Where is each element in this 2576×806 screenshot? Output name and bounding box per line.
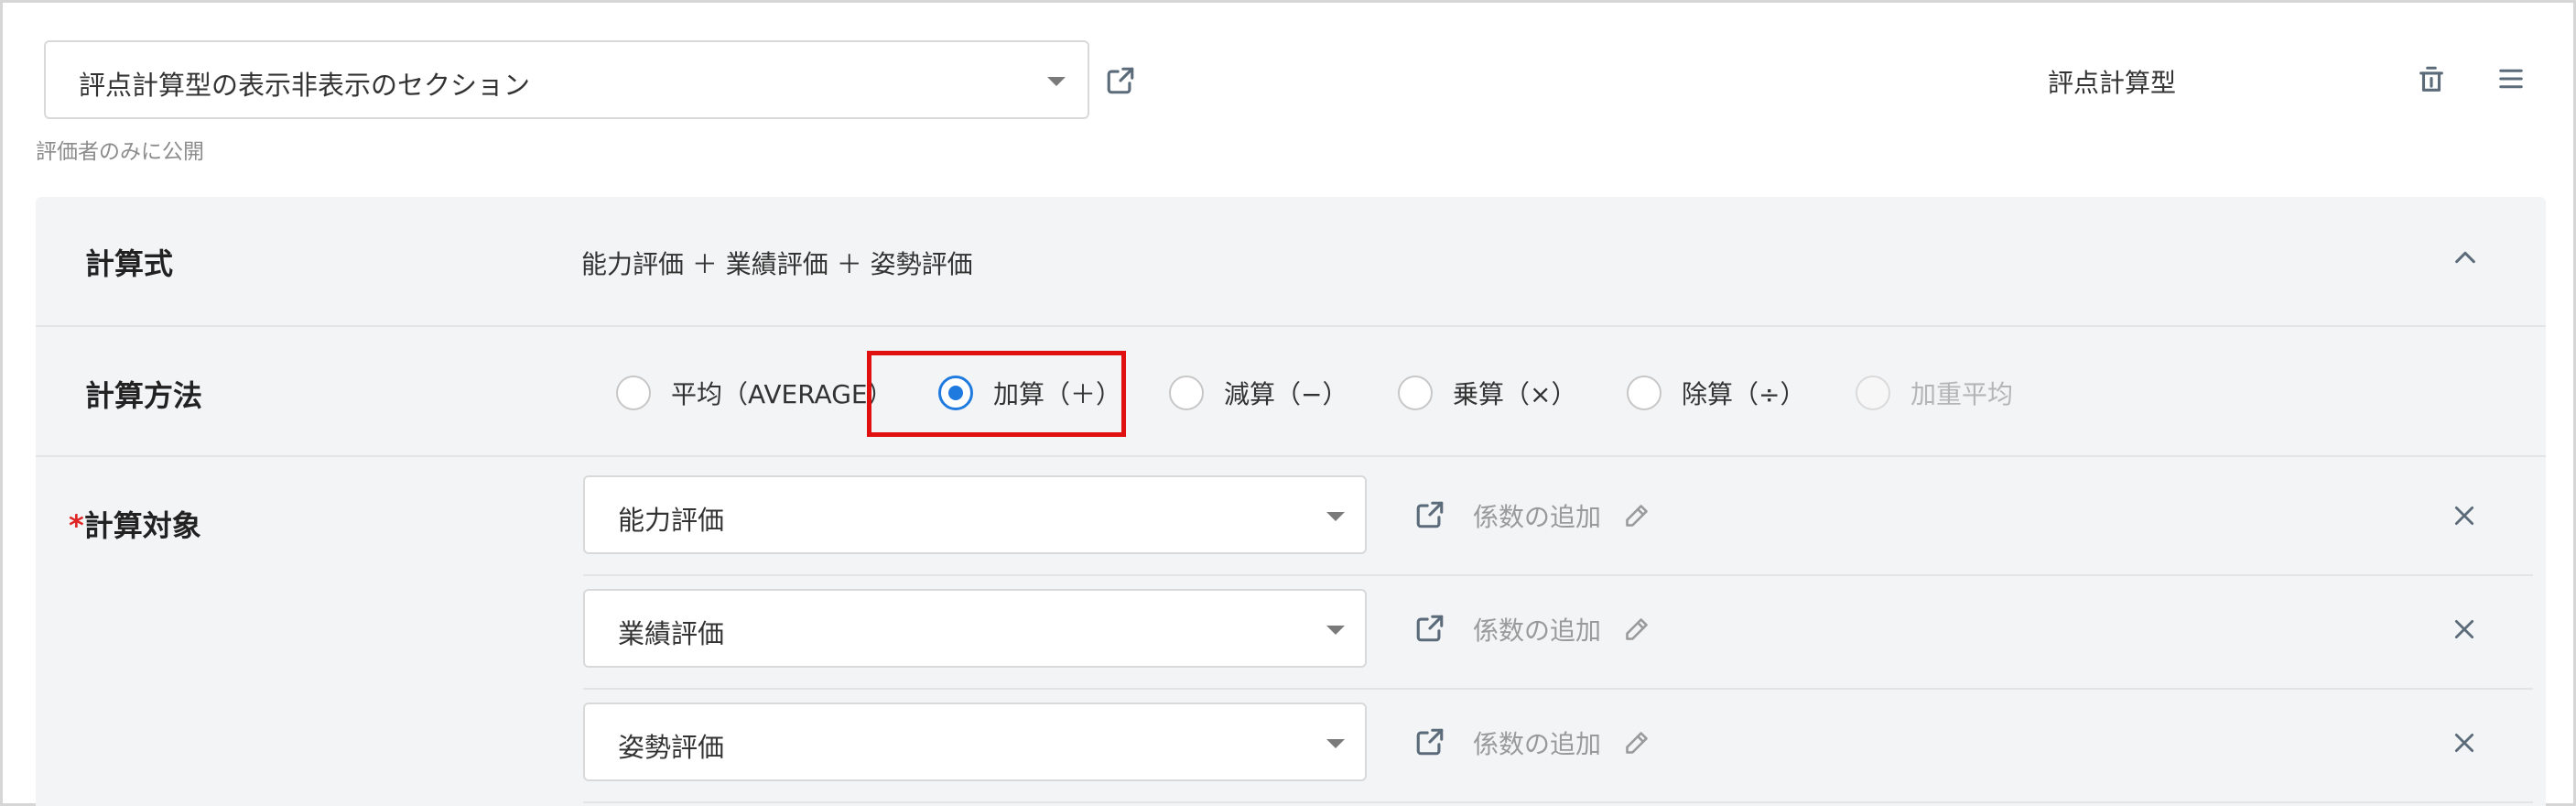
close-icon[interactable] <box>2452 617 2476 641</box>
external-link-icon[interactable] <box>1414 499 1445 530</box>
radio-label: 除算（÷） <box>1682 379 1806 409</box>
target-label: *計算対象 <box>69 503 201 545</box>
radio-multiplication[interactable]: 乗算（×） <box>1398 371 1576 415</box>
section-select[interactable]: 評点計算型の表示非表示のセクション <box>44 40 1089 119</box>
target-label-text: 計算対象 <box>83 508 201 543</box>
close-icon[interactable] <box>2452 731 2476 755</box>
formula-label: 計算式 <box>85 246 174 281</box>
section-select-value: 評点計算型の表示非表示のセクション <box>79 70 531 101</box>
target-select[interactable]: 能力評価 <box>583 475 1367 554</box>
radio-weighted-average: 加重平均 <box>1856 371 2013 415</box>
external-link-icon[interactable] <box>1414 726 1445 757</box>
section-type-label: 評点計算型 <box>2048 68 2177 98</box>
target-item: 姿勢評価 係数の追加 <box>583 690 2533 803</box>
row-divider <box>583 801 2533 803</box>
external-link-icon[interactable] <box>1105 65 1136 96</box>
chevron-up-icon[interactable] <box>2452 248 2478 267</box>
target-select[interactable]: 業績評価 <box>583 589 1367 668</box>
target-item: 能力評価 係数の追加 <box>583 463 2533 576</box>
chevron-down-icon <box>1326 626 1345 635</box>
target-select-value: 能力評価 <box>618 505 725 536</box>
radio-label: 平均（AVERAGE） <box>671 379 893 409</box>
selection-highlight <box>867 351 1126 437</box>
radio-subtraction[interactable]: 減算（−） <box>1169 371 1348 415</box>
calculation-panel: 計算式 能力評価 ＋ 業績評価 ＋ 姿勢評価 計算方法 平均（AVERAGE） … <box>36 197 2546 806</box>
pencil-icon[interactable] <box>1624 503 1650 528</box>
chevron-down-icon <box>1326 739 1345 748</box>
pencil-icon[interactable] <box>1624 730 1650 756</box>
radio-circle[interactable] <box>1627 376 1661 410</box>
radio-label: 乗算（×） <box>1453 379 1577 409</box>
radio-circle[interactable] <box>1398 376 1433 410</box>
radio-average[interactable]: 平均（AVERAGE） <box>616 371 893 415</box>
close-icon[interactable] <box>2452 504 2476 528</box>
required-mark: * <box>69 508 84 543</box>
formula-value: 能力評価 ＋ 業績評価 ＋ 姿勢評価 <box>581 249 973 279</box>
add-coefficient-link[interactable]: 係数の追加 <box>1473 724 1601 761</box>
radio-division[interactable]: 除算（÷） <box>1627 371 1805 415</box>
target-select-value: 姿勢評価 <box>618 732 725 763</box>
row-divider <box>36 325 2546 327</box>
radio-circle[interactable] <box>616 376 651 410</box>
target-item: 業績評価 係数の追加 <box>583 576 2533 690</box>
add-coefficient-link[interactable]: 係数の追加 <box>1473 497 1601 534</box>
row-divider <box>36 455 2546 457</box>
radio-label: 加重平均 <box>1910 379 2014 409</box>
method-label: 計算方法 <box>85 378 203 413</box>
chevron-down-icon <box>1326 512 1345 521</box>
external-link-icon[interactable] <box>1414 613 1445 644</box>
visibility-note: 評価者のみに公開 <box>36 140 204 164</box>
add-coefficient-link[interactable]: 係数の追加 <box>1473 611 1601 648</box>
radio-circle[interactable] <box>1169 376 1204 410</box>
trash-icon[interactable] <box>2416 63 2447 96</box>
hamburger-menu-icon[interactable] <box>2497 65 2525 93</box>
section-card: 評点計算型の表示非表示のセクション 評点計算型 評価者のみに公開 計算式 能力評… <box>0 0 2576 806</box>
target-select-value: 業績評価 <box>618 618 725 649</box>
chevron-down-icon <box>1047 77 1066 86</box>
target-select[interactable]: 姿勢評価 <box>583 703 1367 781</box>
radio-label: 減算（−） <box>1224 379 1348 409</box>
pencil-icon[interactable] <box>1624 616 1650 642</box>
radio-circle <box>1856 376 1890 410</box>
